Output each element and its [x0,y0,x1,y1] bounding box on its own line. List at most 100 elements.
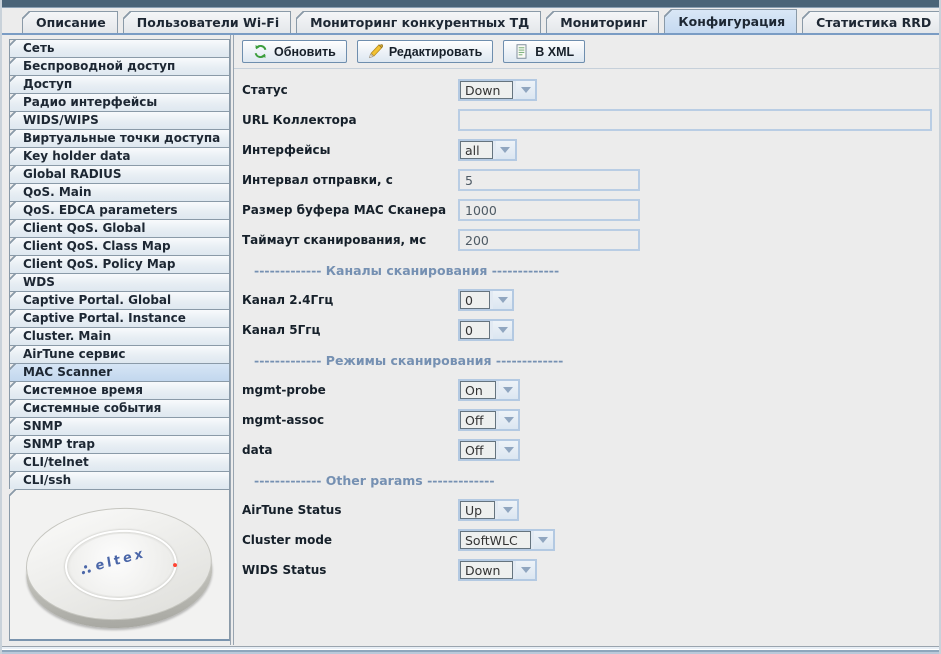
sidebar-item-label: MAC Scanner [23,365,112,379]
text-field-razmer-bufera[interactable] [458,199,640,221]
field-label-interfejsy: Интерфейсы [240,143,458,157]
combo-arrow-icon[interactable] [516,81,535,99]
sidebar-item-label: CLI/telnet [23,455,89,469]
sidebar-item-captive-portal-instance[interactable]: Captive Portal. Instance [9,309,230,328]
combo-data[interactable]: Off [458,439,520,461]
section-header-other-params: ------------- Other params ------------- [240,469,935,491]
combo-mgmt-assoc[interactable]: Off [458,409,520,431]
sidebar-item-label: Системные события [23,401,161,415]
tab-monitoring-konkurent[interactable]: Мониторинг конкурентных ТД [296,11,541,33]
tab-label: Конфигурация [678,14,785,29]
window-bottom-strip [2,646,939,654]
sidebar-item-client-qos-class-map[interactable]: Client QoS. Class Map [9,237,230,256]
combo-value: 0 [460,291,490,309]
combo-arrow-icon[interactable] [493,291,512,309]
sidebar-item-set[interactable]: Сеть [9,39,230,58]
section-header-label: ------------- Режимы сканирования ------… [254,353,563,368]
sidebar-item-qos-main[interactable]: QoS. Main [9,183,230,202]
pencil-icon [368,44,383,59]
form-row-mgmt-assoc: mgmt-assocOff [240,409,935,431]
combo-cluster-mode[interactable]: SoftWLC [458,529,555,551]
combo-arrow-icon[interactable] [493,321,512,339]
form-row-interval-otpravki: Интервал отправки, с [240,169,935,191]
form-row-cluster-mode: Cluster modeSoftWLC [240,529,935,551]
combo-arrow-icon[interactable] [516,561,535,579]
sidebar-item-label: Виртуальные точки доступа [23,131,220,145]
form-row-wids-status: WIDS StatusDown [240,559,935,581]
refresh-button[interactable]: Обновить [242,40,347,63]
combo-value: Down [460,81,513,99]
sidebar-item-snmp-trap[interactable]: SNMP trap [9,435,230,454]
tab-konfiguraciya[interactable]: Конфигурация [664,9,797,33]
tab-statistika-rrd[interactable]: Статистика RRD [802,11,941,33]
tab-monitoring[interactable]: Мониторинг [546,11,659,33]
text-field-url-kollektora[interactable] [458,109,932,131]
sidebar-item-label: WDS [23,275,55,289]
sidebar-item-label: Client QoS. Policy Map [23,257,175,271]
tab-polzovateli-wifi[interactable]: Пользователи Wi-Fi [123,11,291,33]
sidebar-item-sistemnoe-vremya[interactable]: Системное время [9,381,230,400]
combo-airtune-status[interactable]: Up [458,499,519,521]
sidebar-item-wids-wips[interactable]: WIDS/WIPS [9,111,230,130]
combo-kanal-24ggc[interactable]: 0 [458,289,514,311]
combo-interfejsy[interactable]: all [458,139,517,161]
sidebar-item-airtune-servis[interactable]: AirTune сервис [9,345,230,364]
form-row-mgmt-probe: mgmt-probeOn [240,379,935,401]
text-field-tajmaut[interactable] [458,229,640,251]
config-form: СтатусDownURL КоллектораИнтерфейсыallИнт… [234,69,939,589]
combo-arrow-icon[interactable] [498,501,517,519]
field-label-razmer-bufera: Размер буфера MAC Сканера [240,203,458,217]
sidebar-item-mac-scanner[interactable]: MAC Scanner [9,363,230,382]
field-label-kanal-5ggc: Канал 5Ггц [240,323,458,337]
field-label-mgmt-assoc: mgmt-assoc [240,413,458,427]
sidebar-item-wds[interactable]: WDS [9,273,230,292]
field-label-cluster-mode: Cluster mode [240,533,458,547]
sidebar-item-qos-edca[interactable]: QoS. EDCA parameters [9,201,230,220]
edit-button[interactable]: Редактировать [357,40,493,63]
sidebar-item-label: Беспроводной доступ [23,59,175,73]
combo-wids-status[interactable]: Down [458,559,537,581]
app-window: ОписаниеПользователи Wi-Fi Мониторинг кон… [0,0,941,654]
sidebar-item-sistemnye-sobytiya[interactable]: Системные события [9,399,230,418]
sidebar-item-label: SNMP [23,419,62,433]
sidebar-item-radio-interfejsy[interactable]: Радио интерфейсы [9,93,230,112]
sidebar-item-cluster-main[interactable]: Cluster. Main [9,327,230,346]
combo-arrow-icon[interactable] [499,441,518,459]
sidebar-menu: СетьБеспроводной доступ ДоступРадио интер… [9,39,230,490]
tab-label: Мониторинг конкурентных ТД [310,15,529,30]
field-label-interval-otpravki: Интервал отправки, с [240,173,458,187]
to-xml-button[interactable]: В XML [503,40,585,63]
combo-status[interactable]: Down [458,79,537,101]
sidebar-item-label: Captive Portal. Instance [23,311,186,325]
text-field-interval-otpravki[interactable] [458,169,640,191]
sidebar-item-key-holder-data[interactable]: Key holder data [9,147,230,166]
combo-arrow-icon[interactable] [496,141,515,159]
combo-mgmt-probe[interactable]: On [458,379,520,401]
sidebar-item-snmp[interactable]: SNMP [9,417,230,436]
sidebar-item-label: Радио интерфейсы [23,95,157,109]
combo-kanal-5ggc[interactable]: 0 [458,319,514,341]
combo-arrow-icon[interactable] [499,381,518,399]
sidebar-item-cli-telnet[interactable]: CLI/telnet [9,453,230,472]
combo-arrow-icon[interactable] [534,531,553,549]
sidebar-item-global-radius[interactable]: Global RADIUS [9,165,230,184]
sidebar-item-dostup[interactable]: Доступ [9,75,230,94]
sidebar-item-label: Global RADIUS [23,167,122,181]
sidebar-item-client-qos-policy-map[interactable]: Client QoS. Policy Map [9,255,230,274]
field-label-kanal-24ggc: Канал 2.4Ггц [240,293,458,307]
sidebar-item-cli-ssh[interactable]: CLI/ssh [9,471,230,490]
sidebar-item-besprovodnoj-dostup[interactable]: Беспроводной доступ [9,57,230,76]
sidebar-item-client-qos-global[interactable]: Client QoS. Global [9,219,230,238]
body: СетьБеспроводной доступ ДоступРадио интер… [2,35,939,645]
tab-opisanie[interactable]: Описание [22,11,118,33]
combo-value: On [460,381,496,399]
tab-bar: ОписаниеПользователи Wi-Fi Мониторинг кон… [2,8,939,35]
sidebar-item-captive-portal-global[interactable]: Captive Portal. Global [9,291,230,310]
form-row-kanal-5ggc: Канал 5Ггц0 [240,319,935,341]
sidebar-item-label: Client QoS. Global [23,221,145,235]
combo-arrow-icon[interactable] [499,411,518,429]
sidebar-item-virtualnye-tochki[interactable]: Виртуальные точки доступа [9,129,230,148]
field-label-wids-status: WIDS Status [240,563,458,577]
combo-value: Up [460,501,495,519]
sidebar-item-label: QoS. EDCA parameters [23,203,178,217]
